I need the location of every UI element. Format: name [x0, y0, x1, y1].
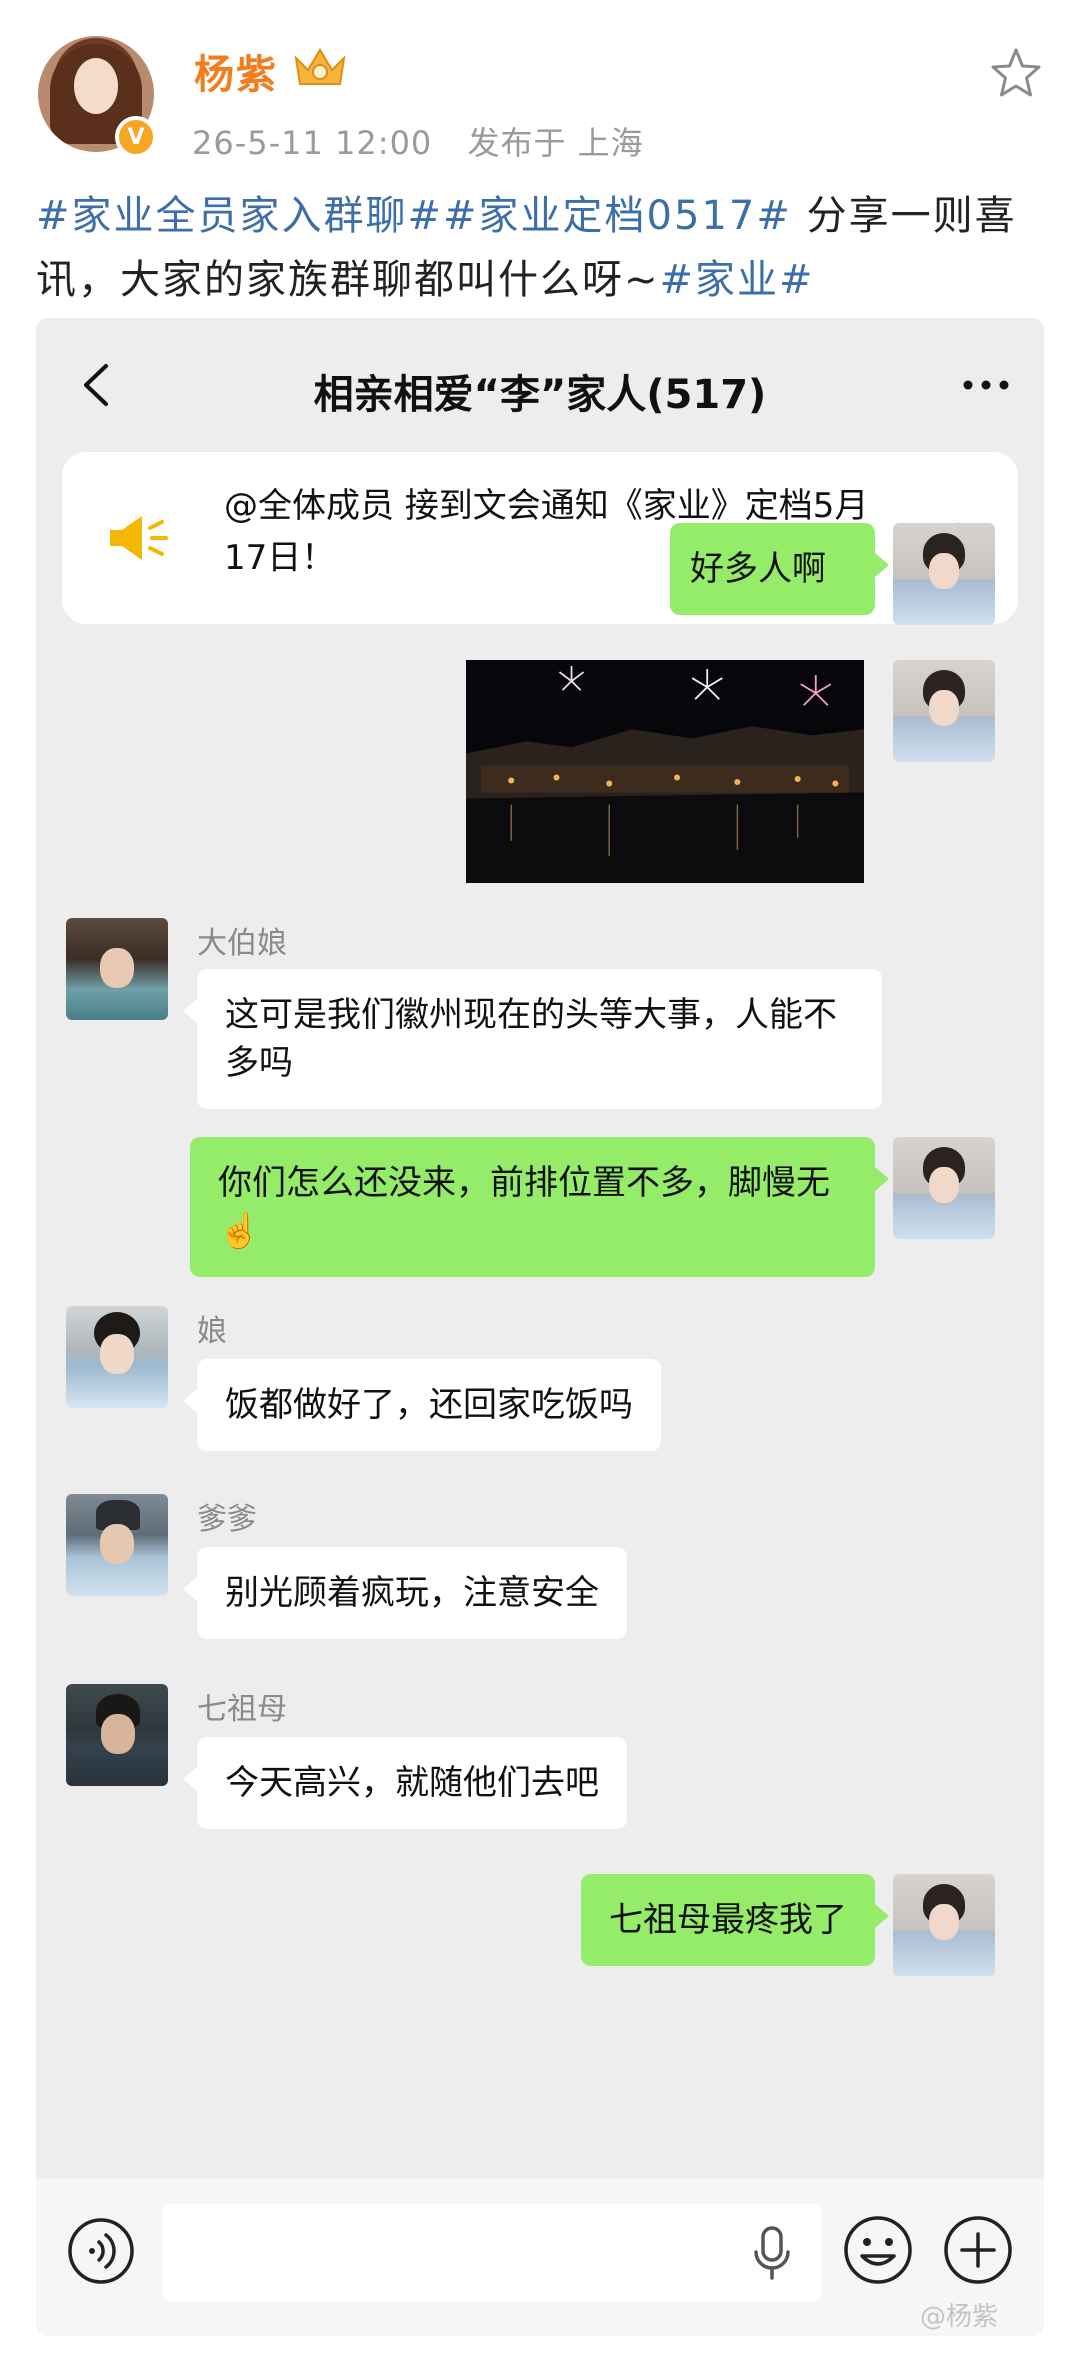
message-bubble-incoming[interactable]: 别光顾着疯玩，注意安全	[183, 1547, 627, 1639]
post-date: 26-5-11 12:00	[192, 124, 433, 162]
hashtag-link[interactable]: #家业全员家入群聊##家业定档0517#	[36, 193, 792, 239]
author-name[interactable]: 杨紫	[194, 42, 278, 100]
post-location: 发布于 上海	[467, 124, 644, 162]
more-icon[interactable]	[960, 370, 1012, 400]
sender-avatar-aunt[interactable]	[66, 918, 168, 1020]
chat-screenshot[interactable]: 相亲相爱“李”家人(517) @全体成员 接到文会通知《家业》定档5月17日！ …	[36, 318, 1044, 2336]
message-bubble-incoming[interactable]: 饭都做好了，还回家吃饭吗	[183, 1359, 661, 1451]
chat-input-bar	[36, 2178, 1044, 2336]
sender-name: 七祖母	[197, 1692, 287, 1727]
message-bubble-outgoing[interactable]: 好多人啊	[670, 523, 889, 615]
chat-topbar: 相亲相爱“李”家人(517)	[36, 318, 1044, 452]
my-avatar[interactable]	[893, 1137, 995, 1239]
plus-icon[interactable]	[942, 2214, 1014, 2286]
sender-avatar-grandmother[interactable]	[66, 1684, 168, 1786]
my-avatar[interactable]	[893, 1874, 995, 1976]
message-bubble-incoming[interactable]: 今天高兴，就随他们去吧	[183, 1737, 627, 1829]
fireworks-night-image	[466, 660, 864, 883]
sender-avatar-dad[interactable]	[66, 1494, 168, 1596]
my-avatar[interactable]	[893, 660, 995, 762]
star-icon[interactable]	[986, 44, 1046, 104]
emoji-icon[interactable]	[842, 2214, 914, 2286]
my-avatar[interactable]	[893, 523, 995, 625]
message-input[interactable]	[162, 2204, 822, 2302]
sender-name: 大伯娘	[197, 926, 287, 961]
post-header: V 杨紫 26-5-11 12:00 发布于 上海	[0, 0, 1080, 170]
vip-crown-icon	[294, 48, 346, 85]
message-bubble-outgoing[interactable]: 七祖母最疼我了	[581, 1874, 889, 1966]
mic-icon[interactable]	[750, 2224, 794, 2282]
sender-avatar-mom[interactable]	[66, 1306, 168, 1408]
post-text: #家业全员家入群聊##家业定档0517# 分享一则喜讯，大家的家族群聊都叫什么呀…	[36, 184, 1046, 312]
message-bubble-incoming[interactable]: 这可是我们徽州现在的头等大事，人能不多吗	[183, 969, 882, 1109]
watermark: @杨紫	[920, 2302, 999, 2332]
verified-icon: V	[115, 116, 157, 158]
chat-title: 相亲相爱“李”家人(517)	[313, 372, 767, 418]
sender-name: 爹爹	[197, 1502, 257, 1537]
photo-message[interactable]	[466, 660, 864, 883]
hashtag-link[interactable]: #家业#	[660, 257, 815, 303]
sender-name: 娘	[197, 1314, 227, 1349]
voice-icon[interactable]	[66, 2216, 136, 2286]
message-bubble-outgoing[interactable]: 你们怎么还没来，前排位置不多，脚慢无☝️	[190, 1137, 889, 1277]
post-meta: 26-5-11 12:00 发布于 上海	[192, 118, 668, 164]
speaker-icon	[110, 516, 168, 560]
